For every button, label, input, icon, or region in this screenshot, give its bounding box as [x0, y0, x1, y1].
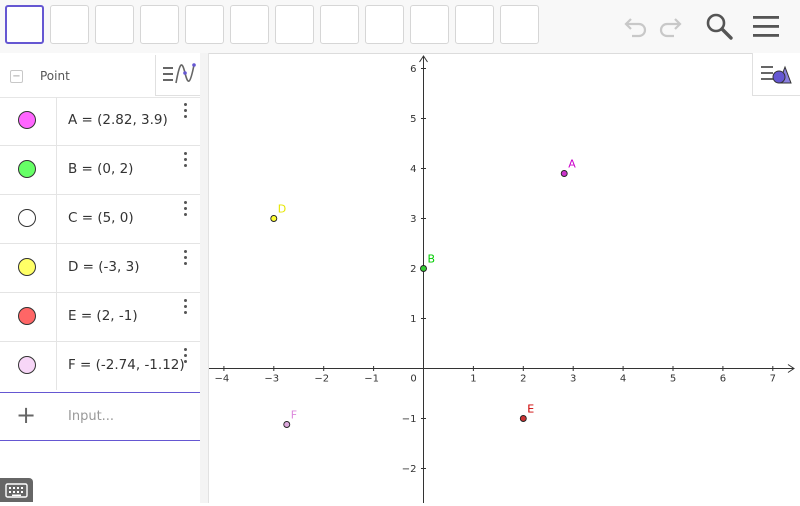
tool-slot-2[interactable] — [50, 5, 89, 44]
tool-slot-12[interactable] — [500, 5, 539, 44]
toolbar — [0, 0, 800, 54]
coordinate-axes — [209, 55, 795, 503]
tool-slot-10[interactable] — [410, 5, 449, 44]
x-tick-label: −2 — [314, 374, 329, 385]
point-label-f[interactable]: F — [291, 409, 297, 422]
algebra-row-text[interactable]: B = (0, 2) — [68, 161, 133, 177]
group-label: Point — [40, 69, 70, 83]
tool-slot-6[interactable] — [230, 5, 269, 44]
y-tick-label: 1 — [410, 314, 416, 325]
hamburger-menu-icon[interactable] — [750, 10, 784, 44]
visibility-toggle[interactable] — [0, 342, 57, 390]
y-tick-label: 2 — [410, 264, 416, 275]
more-options-icon[interactable] — [180, 299, 190, 321]
keyboard-icon — [5, 483, 28, 498]
algebra-row[interactable]: E = (2, -1) — [0, 293, 200, 342]
more-options-icon[interactable] — [180, 348, 190, 370]
panel-divider[interactable] — [200, 53, 209, 503]
x-tick-label: −4 — [215, 374, 230, 385]
tool-slot-4[interactable] — [140, 5, 179, 44]
visibility-toggle[interactable] — [0, 97, 57, 145]
tool-slot-1[interactable] — [5, 5, 44, 44]
algebra-view: − Point A = (2.82, 3.9) B = (0, 2) C = (… — [0, 53, 201, 503]
tool-slot-8[interactable] — [320, 5, 359, 44]
algebra-input-field[interactable]: Input... — [68, 409, 114, 424]
y-tick-label: 6 — [410, 64, 416, 75]
graphics-style-bar-button[interactable] — [752, 53, 800, 96]
add-icon[interactable]: + — [16, 402, 36, 428]
algebra-row[interactable]: A = (2.82, 3.9) — [0, 97, 200, 146]
x-tick-label: 2 — [520, 374, 526, 385]
point-label-d[interactable]: D — [278, 203, 286, 216]
point-marble-c[interactable] — [18, 209, 36, 227]
point-label-b[interactable]: B — [428, 253, 436, 266]
x-tick-label: 1 — [470, 374, 476, 385]
graph-style-icon — [163, 63, 196, 84]
algebra-row[interactable]: D = (-3, 3) — [0, 244, 200, 293]
algebra-row[interactable]: F = (-2.74, -1.12) — [0, 342, 200, 391]
visibility-toggle[interactable] — [0, 244, 57, 292]
point-marble-b[interactable] — [18, 160, 36, 178]
algebra-row[interactable]: C = (5, 0) — [0, 195, 200, 244]
tool-slot-7[interactable] — [275, 5, 314, 44]
redo-icon[interactable] — [654, 10, 688, 44]
x-tick-label: −3 — [264, 374, 279, 385]
more-options-icon[interactable] — [180, 201, 190, 223]
y-tick-label: −1 — [402, 414, 417, 425]
point-f[interactable] — [283, 421, 291, 428]
x-tick-label: 0 — [410, 374, 416, 385]
search-icon[interactable] — [702, 10, 736, 44]
y-tick-label: 5 — [410, 114, 416, 125]
tool-slot-3[interactable] — [95, 5, 134, 44]
y-tick-label: −2 — [402, 464, 417, 475]
x-tick-label: 6 — [720, 374, 726, 385]
y-tick-label: 3 — [410, 214, 416, 225]
more-options-icon[interactable] — [180, 250, 190, 272]
x-tick-label: −1 — [364, 374, 379, 385]
algebra-row-text[interactable]: C = (5, 0) — [68, 210, 134, 226]
more-options-icon[interactable] — [180, 103, 190, 125]
x-tick-label: 3 — [570, 374, 576, 385]
y-tick-label: 4 — [410, 164, 416, 175]
tool-slot-5[interactable] — [185, 5, 224, 44]
algebra-row-text[interactable]: E = (2, -1) — [68, 308, 138, 324]
visibility-toggle[interactable] — [0, 195, 57, 243]
more-options-icon[interactable] — [180, 152, 190, 174]
collapse-group-button[interactable]: − — [10, 70, 23, 83]
algebra-row[interactable]: B = (0, 2) — [0, 146, 200, 195]
point-marble-f[interactable] — [18, 356, 36, 374]
axis-ticks: −4 −3 −2 −1 0 1 2 3 4 5 6 7 6 5 4 3 2 1 −1 −2 — [215, 64, 776, 475]
x-tick-label: 4 — [620, 374, 626, 385]
point-b[interactable] — [420, 265, 427, 272]
point-d[interactable] — [270, 215, 278, 222]
point-marble-a[interactable] — [18, 111, 36, 129]
algebra-input-row[interactable]: + Input... — [0, 392, 200, 441]
keyboard-button[interactable] — [0, 478, 33, 502]
tool-slot-9[interactable] — [365, 5, 404, 44]
visibility-toggle[interactable] — [0, 146, 57, 194]
point-label-e[interactable]: E — [527, 403, 534, 416]
visibility-toggle[interactable] — [0, 293, 57, 341]
graphics-style-icon — [761, 65, 792, 84]
point-marble-e[interactable] — [18, 307, 36, 325]
undo-icon[interactable] — [618, 10, 652, 44]
x-tick-label: 5 — [670, 374, 676, 385]
graphics-view[interactable]: −4 −3 −2 −1 0 1 2 3 4 5 6 7 6 5 4 3 2 1 −1 −2 A B D E F — [209, 53, 800, 503]
algebra-style-bar-button[interactable] — [155, 55, 201, 96]
tool-slot-11[interactable] — [455, 5, 494, 44]
algebra-row-text[interactable]: A = (2.82, 3.9) — [68, 112, 168, 128]
x-tick-label: 7 — [770, 374, 776, 385]
point-label-a[interactable]: A — [568, 158, 576, 171]
algebra-row-text[interactable]: F = (-2.74, -1.12) — [68, 357, 185, 373]
algebra-row-text[interactable]: D = (-3, 3) — [68, 259, 139, 275]
point-e[interactable] — [519, 415, 527, 422]
point-marble-d[interactable] — [18, 258, 36, 276]
point-a[interactable] — [560, 170, 568, 177]
